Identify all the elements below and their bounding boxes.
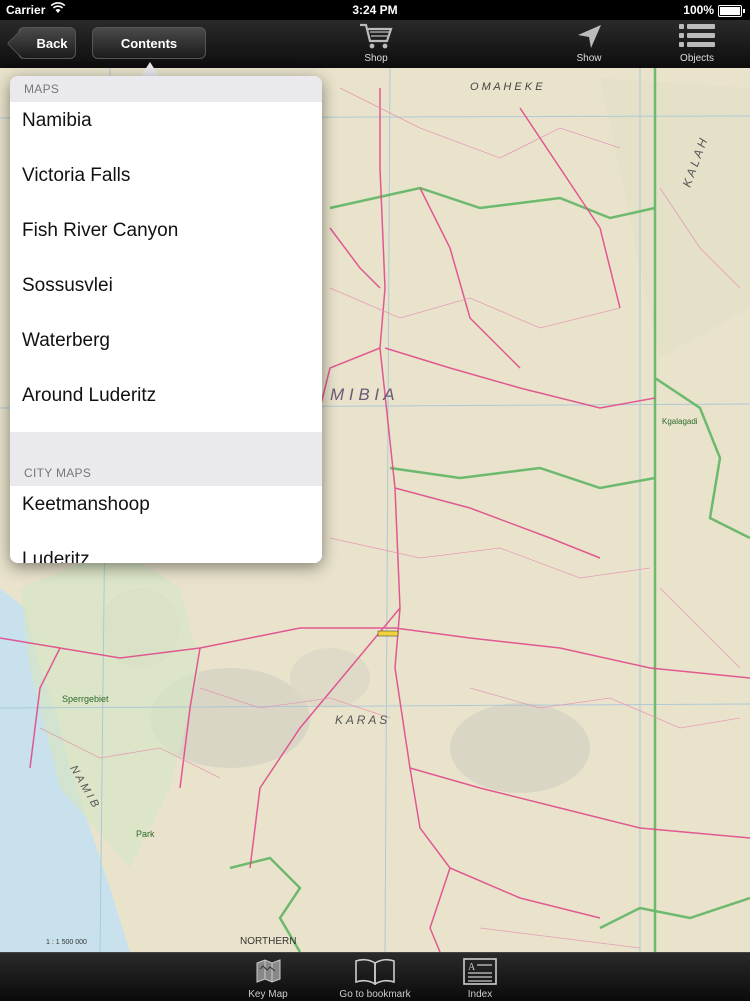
cart-icon — [358, 23, 394, 53]
key-map-label: Key Map — [248, 989, 288, 1000]
index-icon: A — [460, 958, 500, 988]
back-button[interactable]: Back — [18, 27, 76, 59]
top-toolbar: Back Contents Shop Show Objects — [0, 20, 750, 69]
back-button-label: Back — [36, 35, 68, 51]
map-scale-label: 1 : 1 500 000 — [46, 939, 87, 946]
section-header-city-maps: CITY MAPS — [10, 460, 322, 486]
svg-text:A: A — [468, 962, 476, 973]
contents-button[interactable]: Contents — [92, 27, 206, 59]
clock: 3:24 PM — [352, 3, 398, 17]
key-map-button[interactable]: Key Map — [240, 957, 296, 1000]
battery-icon — [718, 5, 745, 17]
map-item-namibia[interactable]: Namibia — [10, 102, 322, 157]
shop-label: Shop — [364, 53, 388, 64]
list-icon — [676, 24, 718, 53]
map-label-sperrgebiet: Sperrgebiet — [62, 694, 109, 704]
location-arrow-icon — [574, 25, 604, 53]
index-button[interactable]: A Index — [452, 957, 508, 1000]
contents-popover: MAPS Namibia Victoria Falls Fish River C… — [10, 76, 322, 563]
section-header-maps: MAPS — [10, 76, 322, 102]
go-to-bookmark-button[interactable]: Go to bookmark — [332, 957, 418, 1000]
map-item-fish-river-canyon[interactable]: Fish River Canyon — [10, 212, 322, 267]
objects-button[interactable]: Objects — [672, 22, 722, 64]
popover-arrow — [141, 62, 159, 76]
section-spacer — [10, 432, 322, 460]
map-item-waterberg[interactable]: Waterberg — [10, 322, 322, 377]
contents-button-label: Contents — [120, 35, 178, 51]
show-label: Show — [576, 53, 602, 64]
map-label-namibia: M I B I A — [330, 385, 395, 404]
go-to-bookmark-label: Go to bookmark — [339, 989, 411, 1000]
bottom-tab-bar: Key Map Go to bookmark A Index — [0, 952, 750, 1001]
map-item-around-luderitz[interactable]: Around Luderitz — [10, 377, 322, 432]
town-marker — [377, 630, 399, 637]
battery-percent: 100% — [683, 3, 714, 17]
map-label-omaheke: O M A H E K E — [470, 81, 543, 93]
map-label-kgalagadi: Kgalagadi — [662, 417, 698, 426]
key-map-icon — [253, 959, 283, 988]
shop-button[interactable]: Shop — [352, 22, 400, 64]
city-map-item-keetmanshoop[interactable]: Keetmanshoop — [10, 486, 322, 541]
city-map-item-luderitz[interactable]: Luderitz — [10, 541, 322, 563]
index-label: Index — [467, 989, 493, 1000]
map-label-northern: NORTHERN — [240, 936, 296, 947]
map-label-karas: K A R A S — [335, 713, 387, 727]
map-label-park: Park — [136, 829, 155, 839]
map-item-victoria-falls[interactable]: Victoria Falls — [10, 157, 322, 212]
map-item-sossusvlei[interactable]: Sossusvlei — [10, 267, 322, 322]
objects-label: Objects — [680, 53, 714, 64]
book-icon — [353, 958, 397, 988]
status-bar: Carrier 3:24 PM 100% — [0, 0, 750, 20]
show-location-button[interactable]: Show — [565, 22, 613, 64]
